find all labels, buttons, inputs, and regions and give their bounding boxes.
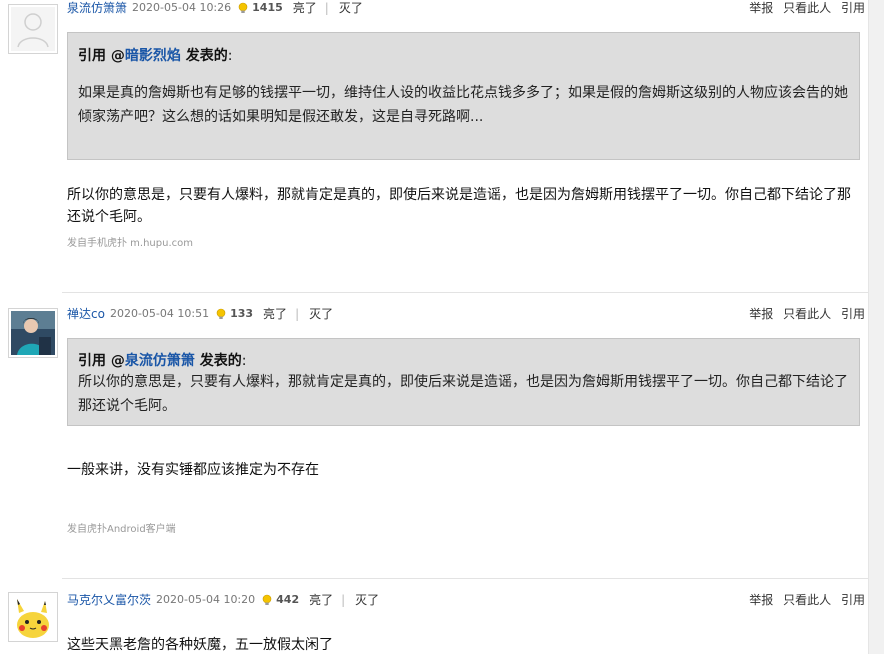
report-link[interactable]: 举报 — [749, 593, 773, 607]
dim-button[interactable]: 灭了 — [355, 592, 379, 608]
lightbulb-icon — [237, 2, 249, 14]
post-actions: 举报 只看此人 引用 — [743, 0, 865, 16]
action-separator: | — [341, 593, 346, 607]
post-actions: 举报 只看此人 引用 — [743, 592, 865, 608]
only-this-user-link[interactable]: 只看此人 — [783, 1, 831, 15]
dim-button[interactable]: 灭了 — [339, 0, 363, 16]
quote-suffix: 发表的 — [180, 48, 228, 64]
quote-suffix: 发表的 — [194, 353, 242, 369]
light-count: 1415 — [252, 1, 283, 14]
quote-text: 如果是真的詹姆斯也有足够的钱摆平一切，维持住人设的收益比花点钱多多了；如果是假的… — [78, 85, 848, 125]
quote-block: 引用 @暗影烈焰 发表的: 如果是真的詹姆斯也有足够的钱摆平一切，维持住人设的收… — [67, 32, 860, 160]
avatar[interactable] — [8, 4, 58, 54]
quote-prefix: 引用 @ — [78, 48, 125, 64]
avatar[interactable] — [8, 592, 58, 642]
light-count: 133 — [230, 307, 254, 320]
quote-link[interactable]: 引用 — [841, 593, 865, 607]
quote-colon: : — [241, 353, 247, 369]
quote-link[interactable]: 引用 — [841, 307, 865, 321]
post-body: 所以你的意思是，只要有人爆料，那就肯定是真的，即使后来说是造谣，也是因为詹姆斯用… — [67, 187, 851, 225]
only-this-user-link[interactable]: 只看此人 — [783, 307, 831, 321]
quote-colon: : — [227, 48, 233, 64]
scrollbar[interactable] — [868, 0, 884, 654]
post-source[interactable]: 发自虎扑Android客户端 — [67, 520, 176, 535]
light-button[interactable]: 亮了 — [263, 306, 287, 322]
quote-text: 所以你的意思是，只要有人爆料，那就肯定是真的，即使后来说是造谣，也是因为詹姆斯用… — [78, 374, 848, 414]
report-link[interactable]: 举报 — [749, 1, 773, 15]
action-separator: | — [324, 1, 329, 15]
post-time: 2020-05-04 10:26 — [132, 1, 232, 14]
light-button[interactable]: 亮了 — [293, 0, 317, 16]
quoted-user-link[interactable]: 暗影烈焰 — [125, 48, 181, 64]
lightbulb-icon — [215, 308, 227, 320]
report-link[interactable]: 举报 — [749, 307, 773, 321]
post-body: 这些天黑老詹的各种妖魔，五一放假太闲了 — [67, 637, 333, 653]
only-this-user-link[interactable]: 只看此人 — [783, 593, 831, 607]
light-count: 442 — [276, 593, 300, 606]
post-source[interactable]: 发自手机虎扑 m.hupu.com — [67, 234, 193, 249]
username-link[interactable]: 泉流仿箫箫 — [67, 0, 127, 16]
default-avatar-icon — [11, 7, 55, 51]
lightbulb-icon — [261, 594, 273, 606]
user-photo-avatar — [11, 311, 55, 355]
quote-block: 引用 @泉流仿箫箫 发表的: 所以你的意思是，只要有人爆料，那就肯定是真的，即使… — [67, 338, 860, 426]
pikachu-avatar — [11, 595, 55, 639]
post-divider — [62, 578, 868, 579]
quote-header: 引用 @暗影烈焰 发表的: — [78, 45, 849, 65]
username-link[interactable]: 马克尔乂富尔茨 — [67, 592, 151, 608]
quote-prefix: 引用 @ — [78, 353, 125, 369]
post-time: 2020-05-04 10:20 — [156, 593, 256, 606]
dim-button[interactable]: 灭了 — [309, 306, 333, 322]
post-actions: 举报 只看此人 引用 — [743, 306, 865, 322]
action-separator: | — [295, 307, 300, 321]
username-link[interactable]: 禅达co — [67, 306, 105, 322]
avatar[interactable] — [8, 308, 58, 358]
quoted-user-link[interactable]: 泉流仿箫箫 — [125, 353, 195, 369]
quote-header: 引用 @泉流仿箫箫 发表的: — [78, 350, 849, 370]
light-button[interactable]: 亮了 — [309, 592, 333, 608]
post-time: 2020-05-04 10:51 — [109, 307, 210, 320]
post-body: 一般来讲，没有实锤都应该推定为不存在 — [67, 462, 319, 478]
post-divider — [62, 292, 868, 293]
quote-link[interactable]: 引用 — [841, 1, 865, 15]
